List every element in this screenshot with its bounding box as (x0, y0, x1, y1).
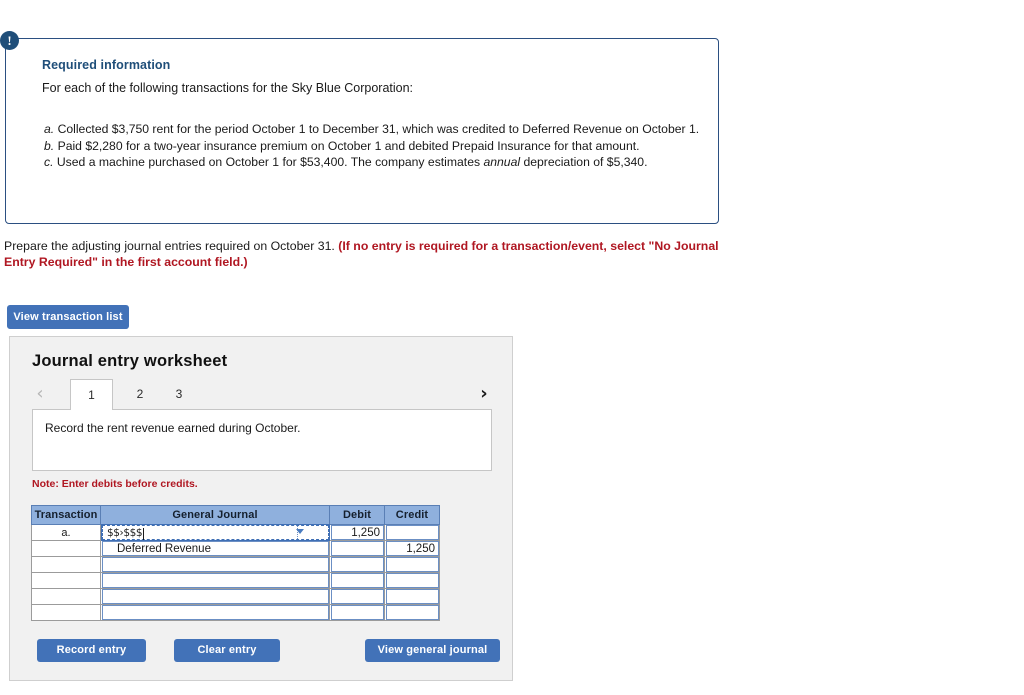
record-entry-button[interactable]: Record entry (37, 639, 146, 662)
debit-input[interactable] (331, 573, 384, 588)
cell-credit[interactable]: 1,250 (384, 540, 440, 557)
column-header-debit: Debit (329, 505, 385, 525)
debit-input[interactable] (331, 541, 384, 556)
cell-account[interactable] (100, 588, 330, 605)
exclamation-icon: ! (0, 31, 19, 50)
table-row (31, 556, 440, 573)
journal-table-body: a. $$›$$$ 1,250 Deferred Revenue 1,250 (31, 524, 440, 621)
transaction-letter-b: b. (44, 138, 55, 153)
credit-input[interactable] (386, 605, 439, 620)
entry-description-box: Record the rent revenue earned during Oc… (32, 409, 492, 471)
account-select-value: Deferred Revenue (117, 543, 211, 555)
tab-1[interactable]: 1 (70, 379, 113, 410)
debit-input[interactable] (331, 557, 384, 572)
cell-account[interactable] (100, 604, 330, 621)
required-information-title: Required information (42, 58, 171, 72)
next-page-arrow-icon[interactable]: › (476, 381, 492, 407)
journal-entry-table: Transaction General Journal Debit Credit… (31, 505, 440, 621)
cell-debit[interactable] (329, 604, 385, 621)
cell-debit[interactable]: 1,250 (329, 524, 385, 541)
transaction-item-b: b. Paid $2,280 for a two-year insurance … (44, 138, 704, 155)
cell-credit[interactable] (384, 604, 440, 621)
table-row (31, 604, 440, 621)
text-cursor-icon (143, 528, 144, 540)
cell-debit[interactable] (329, 556, 385, 573)
account-select-field[interactable] (102, 573, 329, 588)
credit-value: 1,250 (406, 543, 435, 555)
column-header-general-journal: General Journal (100, 505, 330, 525)
entry-description-text: Record the rent revenue earned during Oc… (45, 421, 301, 435)
table-row (31, 588, 440, 605)
clear-entry-button[interactable]: Clear entry (174, 639, 280, 662)
column-header-credit: Credit (384, 505, 440, 525)
account-select-field[interactable] (102, 605, 329, 620)
dropdown-caret-box[interactable] (296, 526, 320, 539)
cell-account[interactable] (100, 572, 330, 589)
cell-debit[interactable] (329, 540, 385, 557)
table-row: Deferred Revenue 1,250 (31, 540, 440, 557)
cell-credit[interactable] (384, 556, 440, 573)
chevron-down-icon (296, 529, 304, 534)
transaction-item-c: c. Used a machine purchased on October 1… (44, 154, 704, 171)
tab-2[interactable]: 2 (121, 379, 159, 409)
cell-transaction (31, 540, 101, 557)
transaction-text-c-before: Used a machine purchased on October 1 fo… (56, 155, 484, 169)
transaction-text-a: Collected $3,750 rent for the period Oct… (57, 122, 700, 136)
cell-account[interactable]: $$›$$$ (100, 524, 330, 541)
instruction-plain-text: Prepare the adjusting journal entries re… (4, 239, 339, 253)
cell-account[interactable] (100, 556, 330, 573)
required-information-intro: For each of the following transactions f… (42, 81, 414, 95)
cell-credit[interactable] (384, 524, 440, 541)
account-select-value: $$›$$$ (107, 527, 143, 539)
cell-debit[interactable] (329, 572, 385, 589)
tab-3[interactable]: 3 (160, 379, 198, 409)
credit-input[interactable] (386, 573, 439, 588)
debit-value: 1,250 (351, 527, 380, 539)
transaction-item-a: a. Collected $3,750 rent for the period … (44, 121, 704, 138)
credit-input[interactable] (386, 525, 439, 540)
journal-entry-worksheet-panel: Journal entry worksheet ‹ 1 2 3 › Record… (9, 336, 513, 681)
previous-page-arrow-icon[interactable]: ‹ (32, 381, 48, 407)
debit-input[interactable] (331, 589, 384, 604)
credit-input[interactable] (386, 589, 439, 604)
debit-input[interactable]: 1,250 (331, 525, 384, 540)
credit-input[interactable] (386, 557, 439, 572)
transaction-list: a. Collected $3,750 rent for the period … (44, 121, 704, 171)
transaction-text-b: Paid $2,280 for a two-year insurance pre… (57, 138, 640, 153)
debit-input[interactable] (331, 605, 384, 620)
table-header-row: Transaction General Journal Debit Credit (31, 505, 440, 525)
table-row: a. $$›$$$ 1,250 (31, 524, 440, 541)
cell-transaction (31, 588, 101, 605)
account-select-field[interactable] (102, 589, 329, 604)
table-row (31, 572, 440, 589)
view-transaction-list-button[interactable]: View transaction list (7, 305, 129, 329)
view-general-journal-button[interactable]: View general journal (365, 639, 500, 662)
account-select-field[interactable] (102, 557, 329, 572)
required-information-box: Required information For each of the fol… (5, 38, 719, 224)
cell-credit[interactable] (384, 572, 440, 589)
cell-transaction (31, 572, 101, 589)
cell-credit[interactable] (384, 588, 440, 605)
account-select-field[interactable]: Deferred Revenue (102, 541, 329, 556)
worksheet-tab-strip: ‹ 1 2 3 › (32, 379, 493, 410)
worksheet-title: Journal entry worksheet (32, 352, 228, 370)
prepare-instruction: Prepare the adjusting journal entries re… (4, 239, 720, 270)
column-header-transaction: Transaction (31, 505, 101, 525)
transaction-text-c-emphasis: annual (483, 155, 521, 169)
transaction-letter-a: a. (44, 122, 55, 136)
account-select-field[interactable]: $$›$$$ (101, 524, 330, 541)
cell-transaction (31, 604, 101, 621)
cell-transaction (31, 556, 101, 573)
transaction-letter-c: c. (44, 155, 54, 169)
debits-before-credits-note: Note: Enter debits before credits. (32, 478, 198, 490)
transaction-text-c-after: depreciation of $5,340. (520, 155, 648, 169)
cell-transaction: a. (31, 524, 101, 541)
cell-account[interactable]: Deferred Revenue (100, 540, 330, 557)
credit-input[interactable]: 1,250 (386, 541, 439, 556)
cell-debit[interactable] (329, 588, 385, 605)
